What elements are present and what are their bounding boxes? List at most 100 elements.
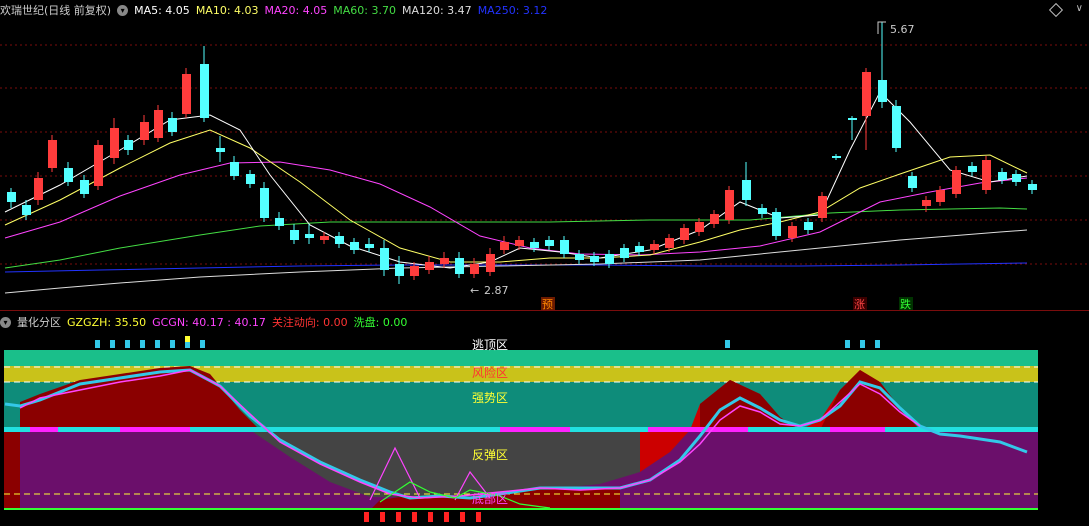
candle-body — [725, 190, 734, 220]
candle-body — [124, 140, 133, 150]
ma120-line — [4, 229, 1028, 294]
candle-body — [530, 242, 539, 248]
candle-body — [620, 248, 629, 258]
candle-body — [680, 228, 689, 240]
candle-body — [908, 176, 917, 188]
baseline-segment — [30, 427, 58, 432]
candle-body — [64, 168, 73, 182]
stock-title: 欢瑞世纪(日线 前复权) — [0, 4, 112, 17]
candle-body — [936, 190, 945, 202]
candle-body — [455, 258, 464, 274]
ma60-line — [4, 207, 1028, 269]
indicator-legend: ▾ 量化分区 GZGZH: 35.50 GCGN: 40.17 : 40.17 … — [0, 314, 407, 330]
candle-body — [665, 238, 674, 248]
price-grid — [0, 44, 1089, 265]
candle-body — [650, 244, 659, 250]
candle-body — [80, 180, 89, 194]
candle-body — [968, 166, 977, 172]
settings-icon[interactable]: ▾ — [117, 4, 129, 16]
candle-body — [486, 254, 495, 272]
candle-body — [695, 222, 704, 232]
main-legend: 欢瑞世纪(日线 前复权) ▾ MA5: 4.05 MA10: 4.03 MA20… — [0, 2, 547, 18]
candle-body — [275, 218, 284, 226]
panel-divider — [0, 310, 1089, 311]
candle-body — [470, 264, 479, 274]
high-marker: 5.67 — [877, 21, 915, 36]
settings-icon[interactable]: ▾ — [0, 316, 11, 328]
zone-label-rebound: 反弹区 — [472, 448, 508, 462]
zone-label-top: 逃顶区 — [472, 338, 508, 352]
candle-body — [34, 178, 43, 200]
candle-body — [140, 122, 149, 140]
high-price-label: 5.67 — [890, 23, 915, 36]
baseline-segment — [500, 427, 570, 432]
zhang-marker: 涨 — [854, 298, 865, 310]
low-arrow-icon: ← — [470, 284, 479, 297]
candle-body — [788, 226, 797, 238]
zone-label-bottom: 底部区 — [472, 491, 508, 506]
baseline-segment — [120, 427, 190, 432]
candle-body — [1028, 184, 1037, 190]
candle-body — [758, 208, 767, 214]
zone-label-strong: 强势区 — [472, 391, 508, 405]
candle-body — [500, 242, 509, 250]
candle-body — [818, 196, 827, 218]
candle-body — [892, 106, 901, 148]
candle-body — [230, 162, 239, 176]
candle-body — [590, 256, 599, 262]
focus-label: 关注动向: 0.00 — [271, 316, 348, 329]
candle-body — [922, 200, 931, 206]
main-chart-panel[interactable]: 欢瑞世纪(日线 前复权) ▾ MA5: 4.05 MA10: 4.03 MA20… — [0, 0, 1089, 310]
wash-label: 洗盘: 0.00 — [353, 316, 408, 329]
zone-chart[interactable]: 逃顶区 风险区 强势区 反弹区 底部区 — [0, 312, 1089, 526]
candle-body — [350, 242, 359, 250]
indicator-title: 量化分区 — [17, 316, 61, 329]
candle-body — [305, 234, 314, 238]
candle-body — [260, 188, 269, 218]
candle-body — [560, 240, 569, 254]
ma120-label: MA120: 3.47 — [401, 3, 472, 17]
baseline-segment — [648, 427, 748, 432]
candle-body — [168, 118, 177, 132]
ma5-label: MA5: 4.05 — [134, 3, 190, 17]
ma10-label: MA10: 4.03 — [195, 3, 259, 17]
candle-body — [998, 172, 1007, 180]
gzgzh-label: GZGZH: 35.50 — [67, 315, 147, 329]
zone-label-risk: 风险区 — [472, 365, 508, 380]
candle-body — [22, 205, 31, 215]
candle-body — [216, 148, 225, 152]
candle-body — [320, 236, 329, 240]
candle-body — [710, 214, 719, 224]
candle-body — [440, 258, 449, 264]
candle-body — [772, 212, 781, 236]
candle-body — [952, 170, 961, 194]
candle-body — [365, 244, 374, 248]
candle-body — [410, 266, 419, 276]
candle-body — [200, 64, 209, 118]
indicator-panel[interactable]: 逃顶区 风险区 强势区 反弹区 底部区 ▾ 量化分区 GZGZH: 35.50 … — [0, 312, 1089, 526]
candle-body — [48, 140, 57, 168]
candle-body — [982, 160, 991, 190]
low-price-label: 2.87 — [484, 284, 509, 297]
candle-body — [878, 80, 887, 102]
candle-body — [290, 230, 299, 240]
candle-body — [1012, 174, 1021, 182]
candle-body — [832, 156, 841, 158]
die-marker: 跌 — [900, 297, 911, 310]
candle-body — [545, 240, 554, 246]
candle-body — [605, 254, 614, 264]
candle-body — [110, 128, 119, 158]
gcgn-label: GCGN: 40.17 : 40.17 — [152, 315, 266, 329]
candle-body — [380, 248, 389, 270]
candle-body — [635, 246, 644, 252]
candlestick-chart[interactable]: 5.67 ← 2.87 预 涨 跌 — [0, 0, 1089, 310]
top-zone — [4, 350, 1038, 366]
candles — [7, 22, 1037, 284]
candle-body — [395, 264, 404, 276]
candle-body — [182, 74, 191, 114]
candle-body — [7, 192, 16, 202]
candle-body — [94, 145, 103, 186]
yu-marker: 预 — [542, 298, 553, 310]
ma60-label: MA60: 3.70 — [333, 3, 396, 17]
candle-body — [515, 240, 524, 246]
